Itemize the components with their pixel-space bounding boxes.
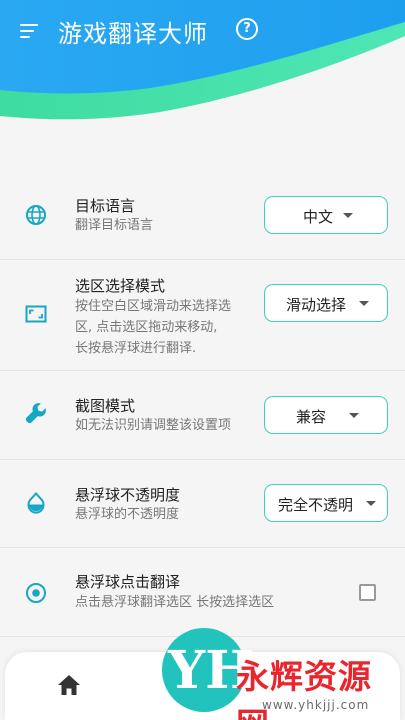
select-value: 完全不透明 [278, 496, 354, 514]
setting-desc: 如无法识别请调整该设置项 [75, 418, 232, 433]
wrench-icon [25, 403, 46, 424]
home-icon[interactable] [57, 674, 81, 696]
selection-mode-select[interactable]: 滑动选择 [264, 284, 388, 322]
globe-icon [26, 205, 46, 225]
header: 游戏翻译大师 ? [0, 0, 405, 145]
setting-title: 截图模式 [75, 397, 136, 415]
settings-list: 目标语言 翻译目标语言 中文 选区选择模式 按住空白区域滑动来选择选 区, 点击… [0, 172, 405, 637]
setting-desc-line: 按住空白区域滑动来选择选 [75, 299, 232, 314]
crop-frame-icon [25, 305, 47, 323]
help-icon[interactable]: ? [236, 18, 258, 40]
setting-title: 选区选择模式 [75, 277, 166, 295]
setting-desc-line: 区, 点击选区拖动来移动, [75, 320, 218, 335]
select-value: 兼容 [296, 408, 327, 426]
setting-ball-click-translate: 悬浮球点击翻译 点击悬浮球翻译选区 长按选择选区 [0, 548, 405, 637]
setting-desc: 悬浮球的不透明度 [75, 507, 180, 522]
watermark: YH 永辉资源网 www.yhkjjj.com [168, 640, 405, 720]
chevron-down-icon [359, 301, 369, 306]
chevron-down-icon [366, 501, 376, 506]
select-value: 中文 [303, 208, 334, 226]
setting-screenshot-mode: 截图模式 如无法识别请调整该设置项 兼容 [0, 371, 405, 460]
setting-desc: 翻译目标语言 [75, 218, 154, 233]
app-title: 游戏翻译大师 [58, 20, 208, 48]
chevron-down-icon [349, 413, 359, 418]
setting-ball-opacity: 悬浮球不透明度 悬浮球的不透明度 完全不透明 [0, 460, 405, 548]
radio-target-icon [26, 583, 46, 603]
setting-desc: 点击悬浮球翻译选区 长按选择选区 [75, 595, 275, 610]
setting-target-language: 目标语言 翻译目标语言 中文 [0, 172, 405, 260]
ball-opacity-select[interactable]: 完全不透明 [264, 484, 388, 522]
setting-desc-line: 长按悬浮球进行翻译. [75, 341, 197, 356]
select-value: 滑动选择 [286, 296, 347, 314]
chevron-down-icon [343, 213, 353, 218]
setting-title: 目标语言 [75, 197, 136, 215]
droplet-icon [27, 492, 45, 514]
watermark-url: www.yhkjjj.com [262, 698, 370, 712]
screenshot-mode-select[interactable]: 兼容 [264, 396, 388, 434]
target-language-select[interactable]: 中文 [264, 196, 388, 234]
setting-title: 悬浮球点击翻译 [75, 573, 181, 591]
setting-title: 悬浮球不透明度 [75, 486, 181, 504]
ball-click-translate-checkbox[interactable] [359, 584, 376, 601]
setting-selection-mode: 选区选择模式 按住空白区域滑动来选择选 区, 点击选区拖动来移动, 长按悬浮球进… [0, 260, 405, 371]
menu-icon[interactable] [20, 22, 42, 40]
